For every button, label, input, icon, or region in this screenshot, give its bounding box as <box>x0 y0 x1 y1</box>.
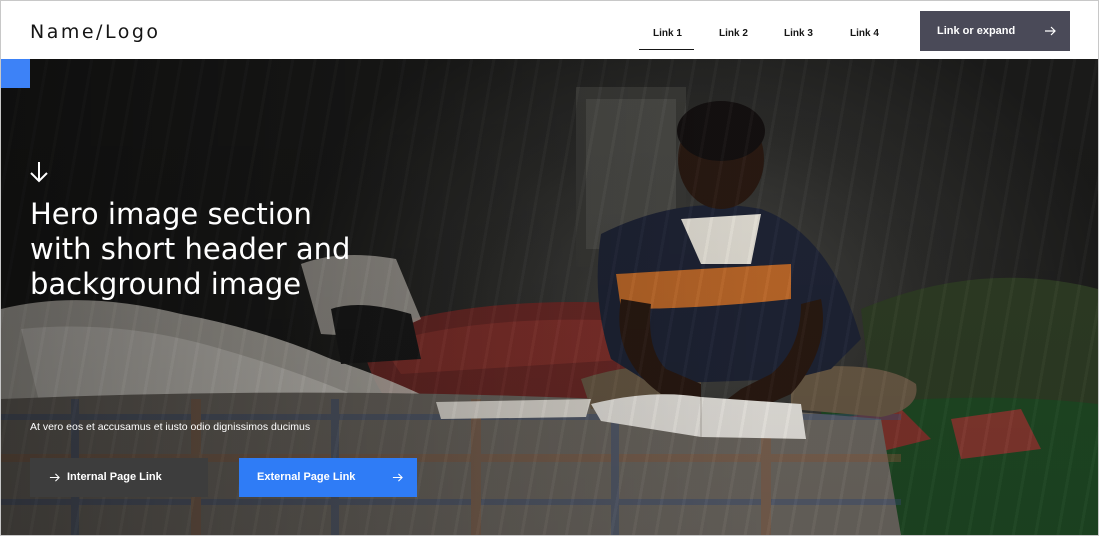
nav-active-indicator <box>639 49 694 50</box>
link-or-expand-button[interactable]: Link or expand <box>920 11 1070 51</box>
nav-link-2[interactable]: Link 2 <box>719 28 748 39</box>
arrow-down-icon <box>30 162 48 183</box>
nav-link-4[interactable]: Link 4 <box>850 28 879 39</box>
external-link-label: External Page Link <box>257 471 356 483</box>
nav-link-3[interactable]: Link 3 <box>784 28 813 39</box>
arrow-right-icon <box>49 473 60 482</box>
hero-subtext: At vero eos et accusamus et iusto odio d… <box>30 421 311 433</box>
cta-label: Link or expand <box>937 25 1016 37</box>
accent-square <box>1 59 30 88</box>
external-page-link-button[interactable]: External Page Link <box>239 458 417 497</box>
arrow-right-icon <box>1045 26 1056 36</box>
site-logo[interactable]: Name/Logo <box>30 21 161 43</box>
page-frame: Name/Logo Link 1 Link 2 Link 3 Link 4 Li… <box>0 0 1099 536</box>
nav-link-1[interactable]: Link 1 <box>653 28 682 39</box>
hero-headline: Hero image section with short header and… <box>30 197 351 301</box>
internal-page-link-button[interactable]: Internal Page Link <box>30 458 208 497</box>
arrow-right-icon <box>392 473 403 482</box>
site-header: Name/Logo Link 1 Link 2 Link 3 Link 4 Li… <box>1 1 1098 59</box>
hero-section: Hero image section with short header and… <box>1 59 1098 535</box>
internal-link-label: Internal Page Link <box>67 471 162 483</box>
